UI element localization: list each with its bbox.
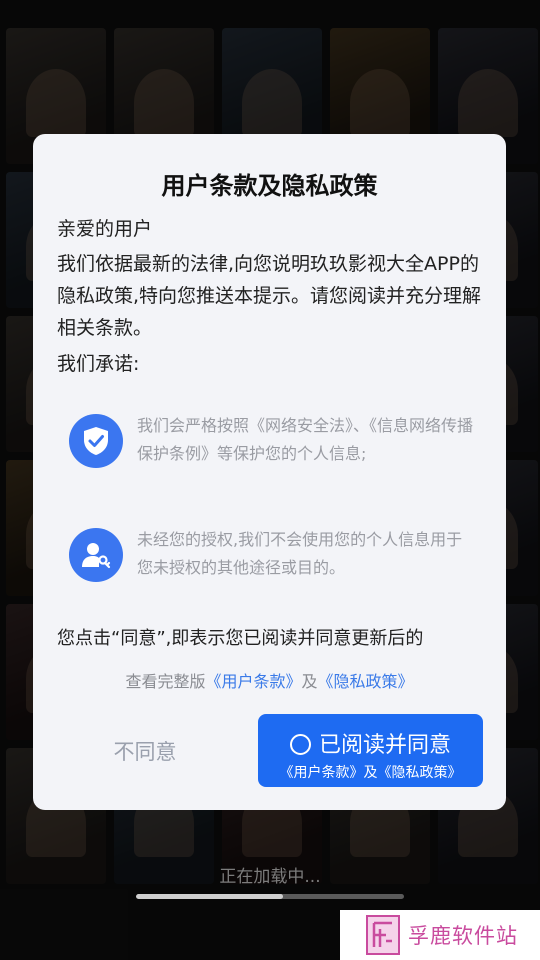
agree-label: 已阅读并同意 [318, 731, 451, 757]
promise-text: 我们会严格按照《网络安全法》、《信息网络传播保护条例》等保护您的个人信息; [137, 416, 474, 463]
links-prefix: 查看完整版 [125, 672, 206, 691]
shield-check-icon [69, 414, 123, 468]
disagree-button[interactable]: 不同意 [95, 734, 195, 768]
agree-button[interactable]: 已阅读并同意 《用户条款》及《隐私政策》 [258, 714, 483, 787]
privacy-dialog: 用户条款及隐私政策 亲爱的用户 我们依据最新的法律,向您说明玖玖影视大全APP的… [33, 134, 506, 810]
loading-text: 正在加载中... [219, 867, 321, 887]
promise-text: 未经您的授权,我们不会使用您的个人信息用于您未授权的其他途径或目的。 [137, 530, 463, 577]
watermark-logo-icon [366, 915, 400, 955]
greeting-text: 亲爱的用户 [57, 218, 153, 240]
intro-text: 我们依据最新的法律,向您说明玖玖影视大全APP的隐私政策,特向您推送本提示。请您… [57, 253, 482, 339]
agree-main: 已阅读并同意 [258, 730, 483, 760]
policy-links: 查看完整版《用户条款》及《隐私政策》 [33, 668, 506, 692]
site-watermark: 孚鹿软件站 [340, 910, 540, 960]
agree-sublabel: 《用户条款》及《隐私政策》 [279, 763, 462, 780]
privacy-policy-link[interactable]: 《隐私政策》 [318, 672, 414, 691]
user-key-icon [69, 528, 123, 582]
circle-checkbox-icon [289, 734, 311, 755]
consent-text: 您点击“同意”,即表示您已阅读并同意更新后的 [57, 628, 424, 649]
promise-heading: 我们承诺: [57, 353, 140, 375]
loading-progress-bar [136, 894, 404, 899]
promise-item-security: 我们会严格按照《网络安全法》、《信息网络传播保护条例》等保护您的个人信息; [69, 412, 479, 468]
loading-progress-fill [136, 894, 284, 899]
promise-item-authorization: 未经您的授权,我们不会使用您的个人信息用于您未授权的其他途径或目的。 [69, 526, 479, 582]
user-terms-link[interactable]: 《用户条款》 [205, 672, 301, 691]
links-joiner: 及 [301, 672, 318, 691]
dialog-title: 用户条款及隐私政策 [161, 172, 378, 200]
watermark-text: 孚鹿软件站 [408, 924, 518, 948]
